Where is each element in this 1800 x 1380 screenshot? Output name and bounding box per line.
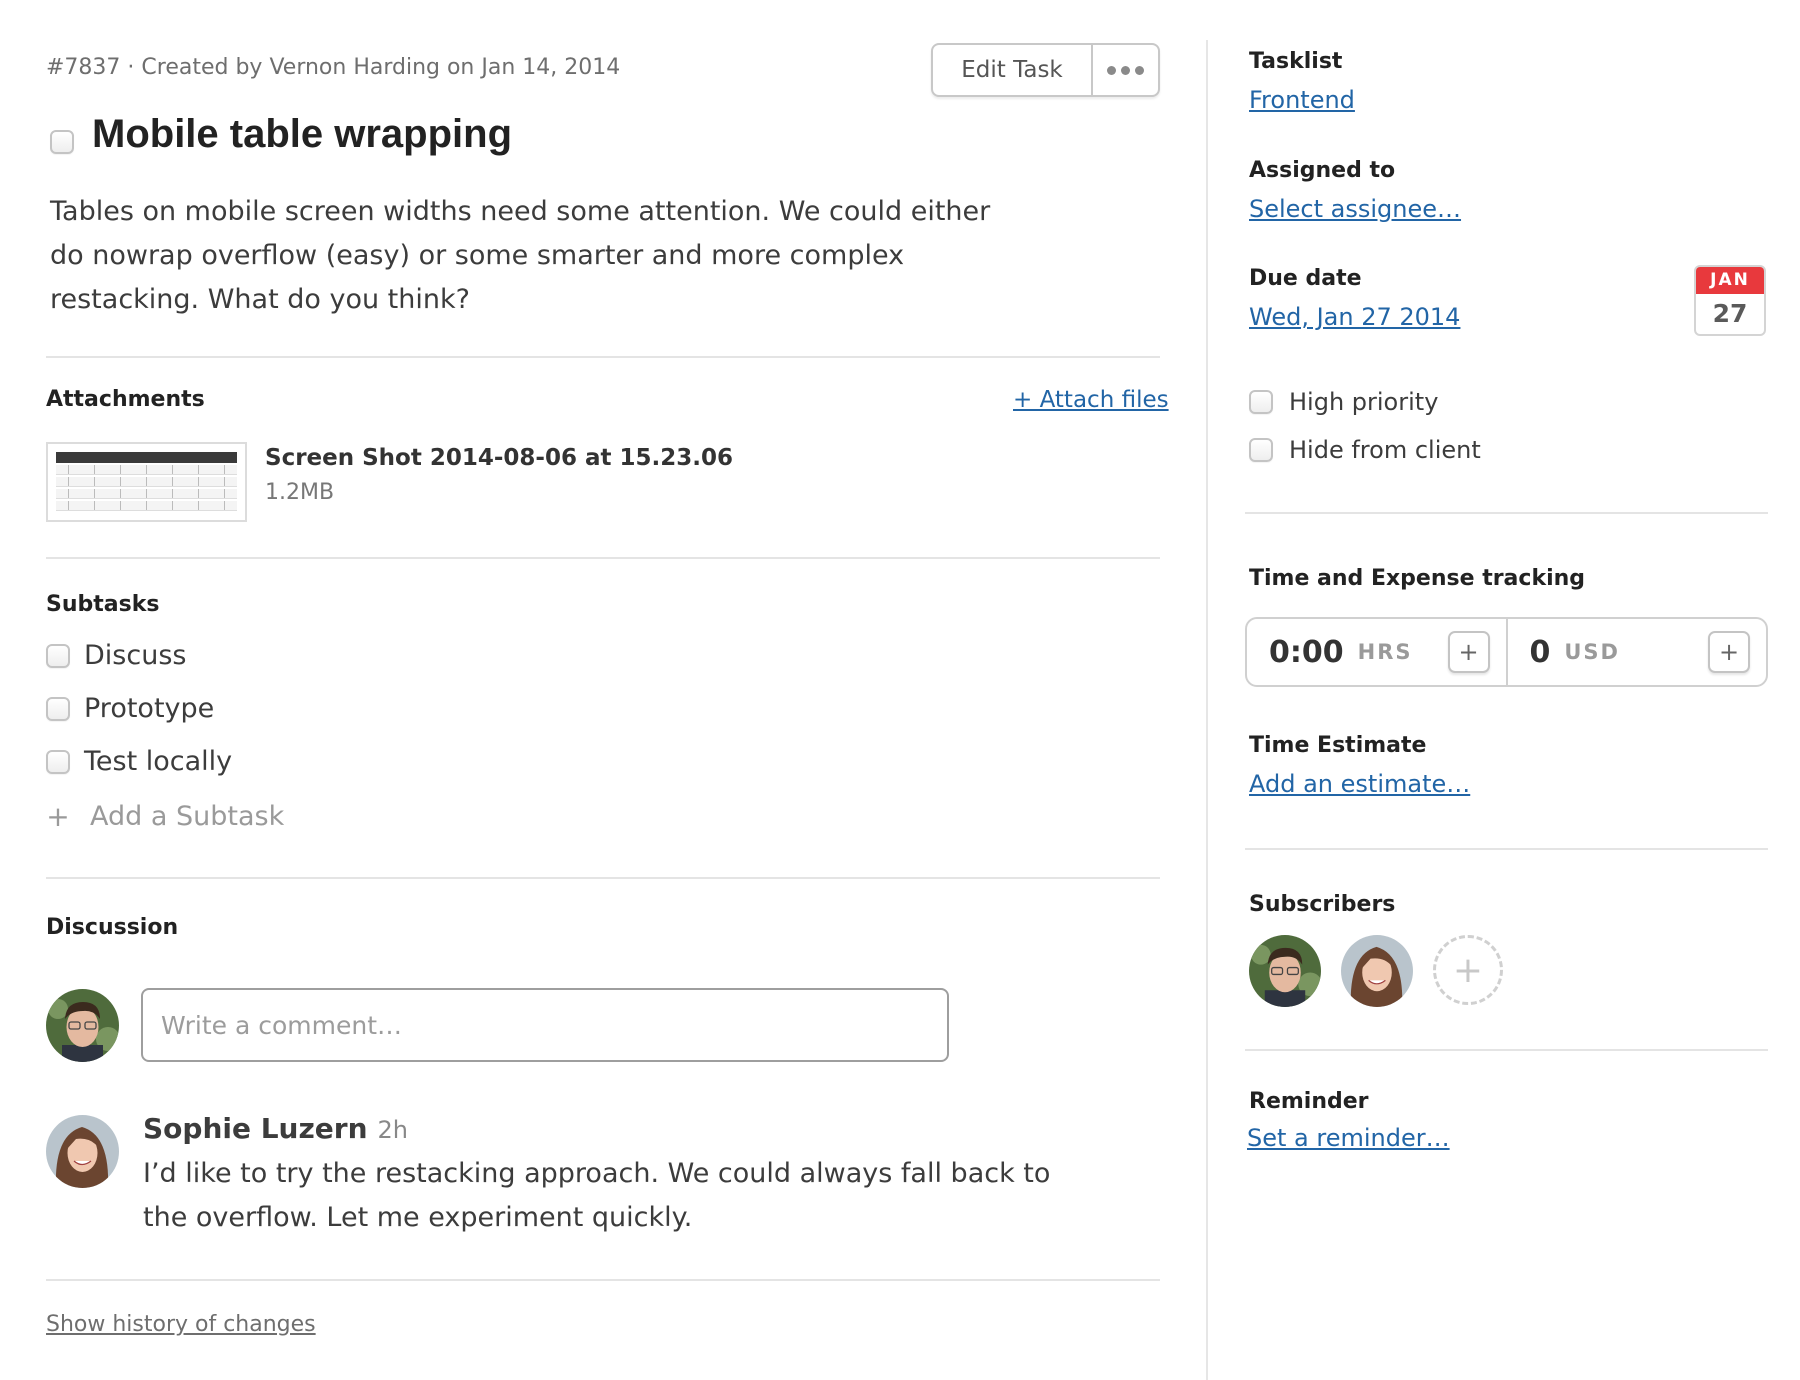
time-tracker: 0:00 HRS + (1247, 619, 1506, 685)
select-assignee-link[interactable]: Select assignee… (1249, 195, 1461, 223)
subtask-label[interactable]: Discuss (84, 640, 186, 671)
hide-from-client-label[interactable]: Hide from client (1289, 436, 1481, 464)
attachment-size: 1.2MB (265, 480, 335, 505)
plus-icon: + (46, 800, 70, 833)
calendar-icon[interactable]: JAN 27 (1694, 265, 1766, 336)
ellipsis-dot (1121, 65, 1130, 75)
comment-header: Sophie Luzern 2h (143, 1112, 408, 1145)
subtask-label[interactable]: Test locally (84, 746, 232, 777)
task-description: Tables on mobile screen widths need some… (50, 196, 991, 315)
hide-from-client-option: Hide from client (1249, 436, 1481, 464)
calendar-month: JAN (1696, 267, 1764, 294)
subscriber-avatar[interactable] (1341, 935, 1413, 1007)
add-expense-button[interactable]: + (1708, 631, 1750, 673)
attachment-thumbnail[interactable] (46, 442, 247, 522)
subtask-item: Discuss (46, 640, 186, 671)
tracking-label: Time and Expense tracking (1249, 566, 1586, 591)
current-user-avatar (46, 989, 119, 1062)
divider (46, 356, 1160, 358)
time-unit: HRS (1357, 640, 1413, 664)
ellipsis-icon (1107, 65, 1116, 75)
plus-icon: + (1452, 949, 1484, 991)
subtask-item: Test locally (46, 746, 232, 777)
subtask-checkbox[interactable] (46, 749, 70, 774)
subtasks-heading: Subtasks (46, 592, 160, 617)
hide-from-client-checkbox[interactable] (1249, 438, 1273, 462)
comment-input[interactable] (141, 988, 949, 1062)
more-options-button[interactable] (1093, 45, 1158, 95)
task-actions: Edit Task (931, 43, 1160, 97)
expense-unit: USD (1564, 640, 1620, 664)
ellipsis-dot (1135, 65, 1144, 75)
divider (46, 557, 1160, 559)
reminder-label: Reminder (1249, 1089, 1369, 1114)
assigned-to-label: Assigned to (1249, 158, 1396, 183)
subtask-checkbox[interactable] (46, 696, 70, 721)
edit-task-button[interactable]: Edit Task (933, 45, 1093, 95)
calendar-day: 27 (1712, 299, 1748, 328)
add-subscriber-button[interactable]: + (1433, 935, 1503, 1005)
thumb-row (56, 465, 237, 475)
comment-time: 2h (377, 1116, 409, 1144)
divider (1245, 848, 1768, 850)
comment-author[interactable]: Sophie Luzern (143, 1112, 368, 1145)
subtask-checkbox[interactable] (46, 643, 70, 668)
add-subtask-label: Add a Subtask (90, 801, 285, 832)
expense-value: 0 (1529, 634, 1551, 670)
comment-text: I’d like to try the restacking approach.… (143, 1158, 1051, 1233)
tasklist-label: Tasklist (1249, 49, 1343, 74)
task-title: Mobile table wrapping (92, 112, 513, 156)
high-priority-option: High priority (1249, 388, 1438, 416)
expense-tracker: 0 USD + (1505, 619, 1767, 685)
add-estimate-link[interactable]: Add an estimate… (1249, 770, 1470, 798)
attach-files-link[interactable]: + Attach files (1013, 387, 1169, 413)
thumb-header (56, 452, 237, 463)
time-estimate-label: Time Estimate (1249, 733, 1427, 758)
divider (46, 877, 1160, 879)
attachments-heading: Attachments (46, 387, 205, 412)
thumb-row (56, 489, 237, 499)
subscriber-avatar[interactable] (1249, 935, 1321, 1007)
due-date-label: Due date (1249, 266, 1362, 291)
time-expense-tracker: 0:00 HRS + 0 USD + (1245, 617, 1768, 687)
comment-author-avatar (46, 1115, 119, 1188)
task-complete-checkbox[interactable] (50, 130, 74, 154)
time-value: 0:00 (1269, 634, 1344, 670)
add-subtask-button[interactable]: + Add a Subtask (46, 800, 284, 833)
subtask-label[interactable]: Prototype (84, 693, 214, 724)
high-priority-label[interactable]: High priority (1289, 388, 1438, 416)
divider (1245, 1049, 1768, 1051)
due-date-link[interactable]: Wed, Jan 27 2014 (1249, 303, 1460, 331)
divider (46, 1279, 1160, 1281)
thumb-row (56, 501, 237, 511)
task-meta: #7837 · Created by Vernon Harding on Jan… (46, 55, 621, 80)
divider (1245, 512, 1768, 514)
thumb-row (56, 477, 237, 487)
add-time-button[interactable]: + (1447, 631, 1490, 673)
attachment-name[interactable]: Screen Shot 2014-08-06 at 15.23.06 (265, 445, 733, 471)
show-history-link[interactable]: Show history of changes (46, 1312, 316, 1337)
discussion-heading: Discussion (46, 915, 179, 940)
subtask-item: Prototype (46, 693, 214, 724)
set-reminder-link[interactable]: Set a reminder… (1247, 1124, 1450, 1152)
subscribers-label: Subscribers (1249, 892, 1396, 917)
sidebar-divider (1206, 40, 1208, 1380)
tasklist-link[interactable]: Frontend (1249, 86, 1355, 114)
high-priority-checkbox[interactable] (1249, 390, 1273, 414)
